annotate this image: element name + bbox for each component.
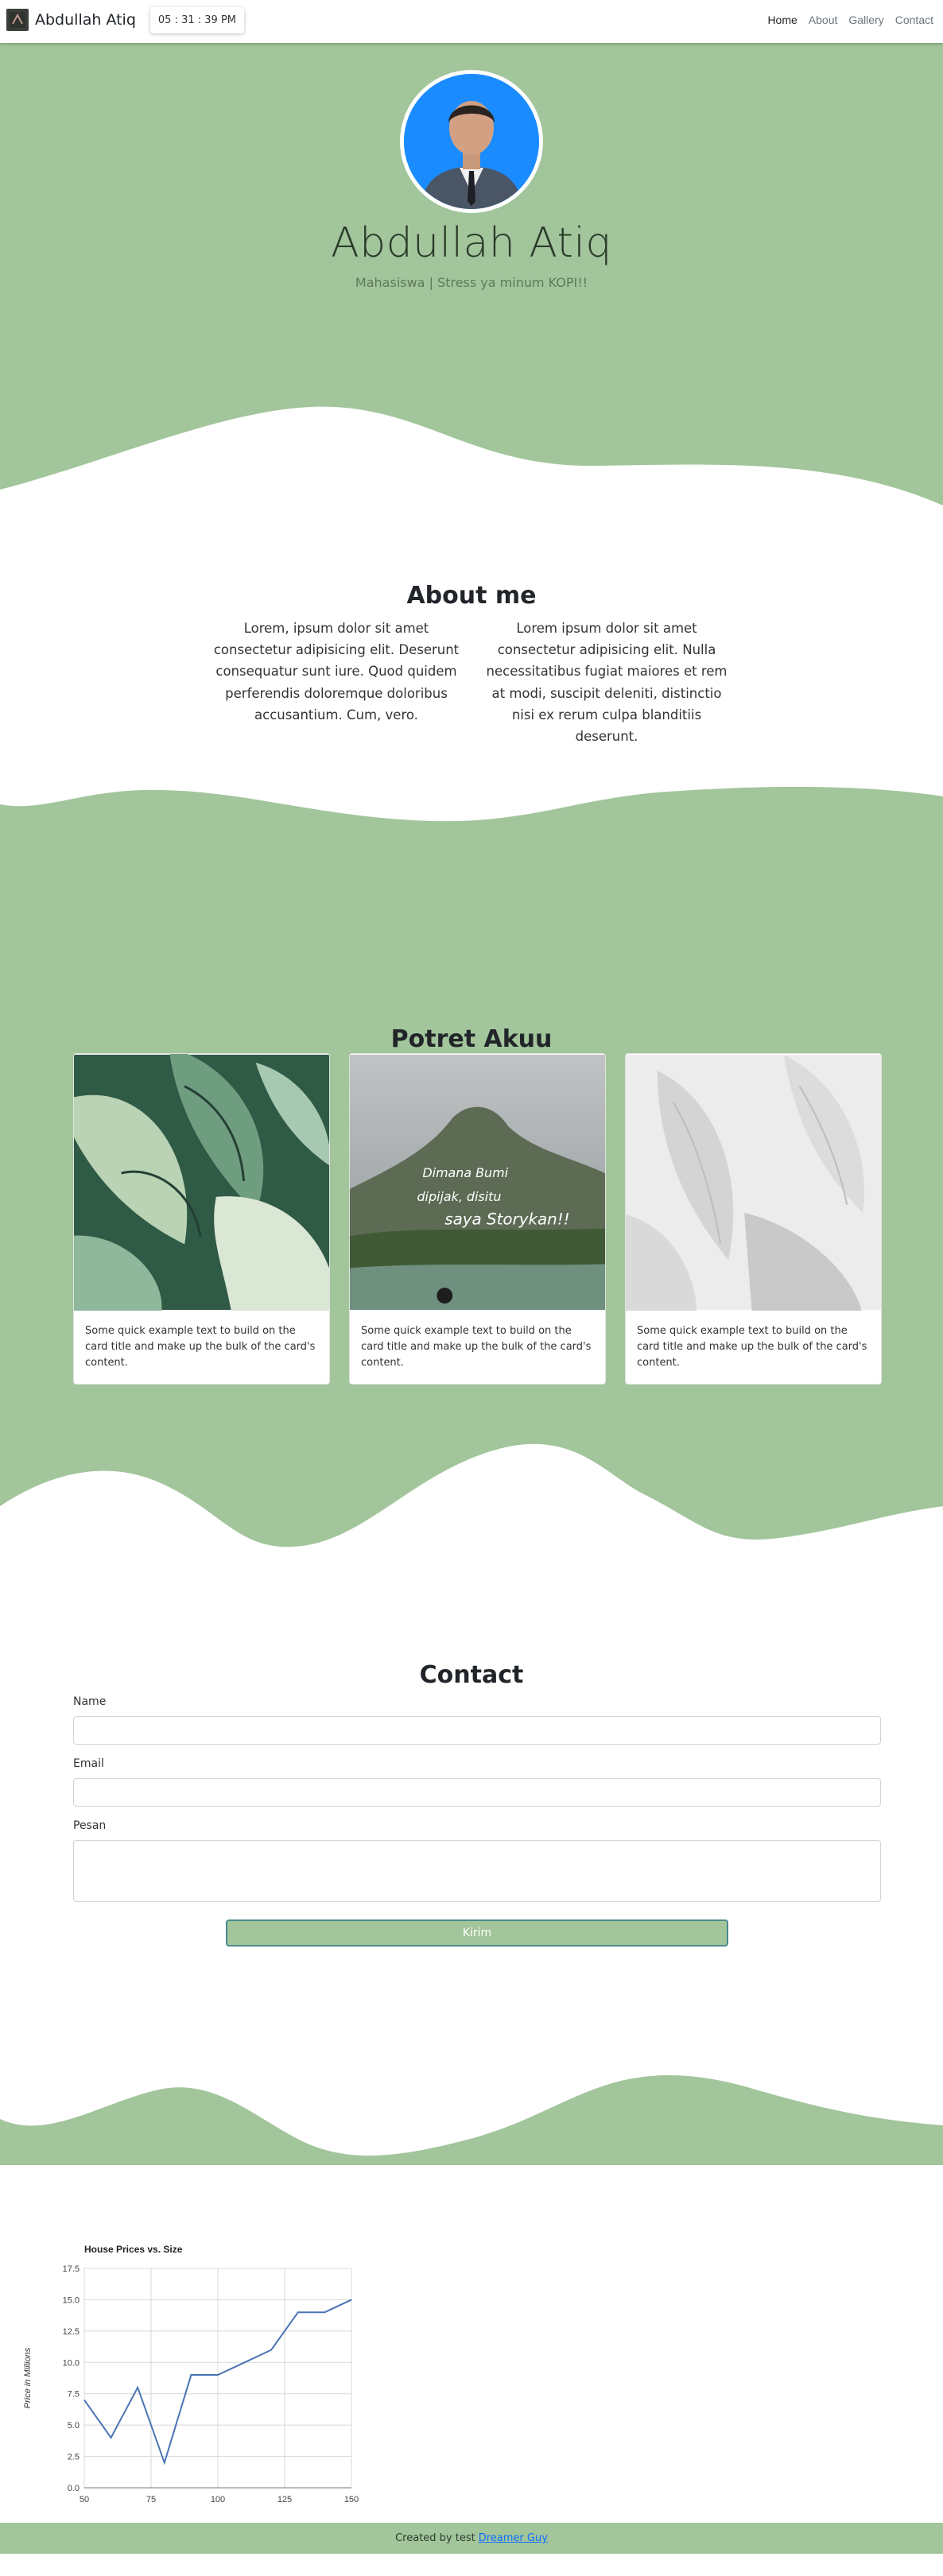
contact-section: Contact Name Email Pesan Kirim (0, 1550, 943, 2167)
gallery-card[interactable]: Some quick example text to build on the … (625, 1053, 882, 1385)
gallery-title: Potret Akuu (390, 1025, 553, 1053)
nav-links: Home About Gallery Contact (767, 14, 933, 26)
about-section: About me Lorem, ipsum dolor sit amet con… (0, 509, 943, 787)
y-tick-label: 5.0 (68, 2421, 80, 2431)
hero-tagline: Mahasiswa | Stress ya minum KOPI!! (355, 275, 588, 290)
about-text-left: Lorem, ipsum dolor sit amet consectetur … (213, 621, 460, 722)
name-input[interactable] (73, 1716, 881, 1745)
y-tick-label: 2.5 (68, 2453, 80, 2462)
data-point (190, 2374, 192, 2376)
email-input[interactable] (73, 1778, 881, 1807)
gallery-card[interactable]: Dimana Bumi dipijak, disitu saya Storyka… (349, 1053, 606, 1385)
contact-title: Contact (419, 1661, 524, 1689)
overlay-line-3: saya Storykan!! (444, 1211, 569, 1229)
contact-bottom-wave (0, 2075, 943, 2167)
hero-name: Abdullah Atiq (331, 219, 612, 267)
x-tick-label: 50 (80, 2495, 89, 2504)
y-tick-label: 12.5 (63, 2327, 80, 2337)
brand-logo-icon (6, 9, 29, 31)
y-tick-label: 7.5 (68, 2390, 80, 2400)
nav-link-contact[interactable]: Contact (895, 14, 933, 26)
data-point (244, 2361, 246, 2363)
navbar: Abdullah Atiq 05 : 31 : 39 PM Home About… (0, 0, 943, 43)
footer-link[interactable]: Dreamer Guy (479, 2532, 548, 2544)
chart-title: House Prices vs. Size (84, 2244, 183, 2255)
y-tick-label: 0.0 (68, 2484, 80, 2493)
nav-link-home[interactable]: Home (767, 14, 797, 26)
card-image-mountain: Dimana Bumi dipijak, disitu saya Storyka… (350, 1055, 605, 1310)
clock: 05 : 31 : 39 PM (149, 6, 245, 33)
price-chart: 0.0 2.5 5.0 7.5 10.0 12.5 15.0 17.5 50 75 100 125 15… (23, 2244, 359, 2504)
message-textarea[interactable] (73, 1840, 881, 1902)
data-point (217, 2374, 219, 2376)
x-tick-label: 125 (277, 2495, 292, 2504)
hero-section: Abdullah Atiq Mahasiswa | Stress ya minu… (0, 0, 943, 511)
submit-button[interactable]: Kirim (226, 1919, 728, 1947)
x-tick-label: 100 (211, 2495, 225, 2504)
card-text: Some quick example text to build on the … (637, 1325, 867, 1369)
about-title: About me (406, 582, 537, 610)
card-text: Some quick example text to build on the … (361, 1325, 592, 1369)
card-image-leaves (74, 1054, 329, 1311)
y-tick-label: 15.0 (63, 2295, 80, 2305)
gallery-bottom-wave (0, 1443, 943, 1554)
overlay-line-2: dipijak, disitu (417, 1189, 501, 1204)
gallery-section: Potret Akuu Some quick example text to b… (0, 781, 943, 1554)
data-point (270, 2349, 272, 2351)
about-text-right: Lorem ipsum dolor sit amet consectetur a… (486, 621, 728, 745)
avatar-portrait (404, 74, 539, 209)
overlay-line-1: Dimana Bumi (422, 1165, 508, 1180)
avatar (400, 70, 543, 213)
hero-bottom-wave (0, 406, 943, 511)
y-tick-label: 17.5 (63, 2264, 80, 2274)
nav-link-gallery[interactable]: Gallery (848, 14, 883, 26)
gallery-top-wave (0, 781, 943, 822)
card-text: Some quick example text to build on the … (85, 1325, 316, 1369)
data-point (297, 2311, 299, 2313)
gallery-card[interactable]: Some quick example text to build on the … (73, 1053, 330, 1385)
message-label: Pesan (73, 1819, 107, 1832)
brand[interactable]: Abdullah Atiq (6, 9, 136, 31)
card-image-palms (626, 1055, 881, 1311)
chart-section: 0.0 2.5 5.0 7.5 10.0 12.5 15.0 17.5 50 75 100 125 15… (0, 2165, 943, 2523)
data-point (164, 2462, 165, 2463)
x-tick-label: 150 (344, 2495, 359, 2504)
nav-link-about[interactable]: About (809, 14, 838, 26)
y-axis-label: Price in Millions (23, 2347, 33, 2408)
brand-name[interactable]: Abdullah Atiq (35, 11, 136, 29)
name-label: Name (73, 1695, 107, 1708)
y-tick-label: 10.0 (63, 2358, 80, 2368)
contact-form: Name Email Pesan Kirim (73, 1695, 881, 1947)
email-label: Email (73, 1757, 104, 1770)
footer: Created by test Dreamer Guy (0, 2523, 943, 2554)
footer-text: Created by test (395, 2532, 475, 2544)
data-point (324, 2311, 325, 2313)
x-tick-label: 75 (146, 2495, 156, 2504)
data-point (351, 2299, 352, 2300)
